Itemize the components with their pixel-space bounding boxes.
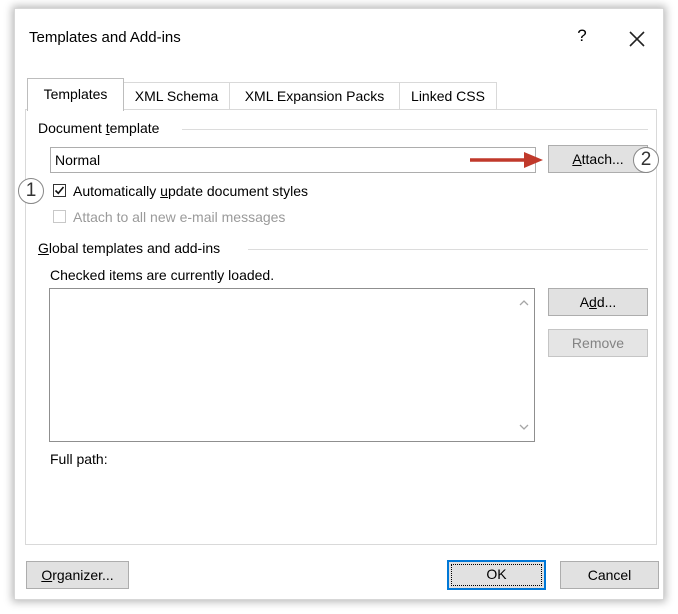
scroll-down-icon[interactable]	[516, 419, 532, 435]
close-icon[interactable]	[626, 28, 648, 50]
ok-button[interactable]: OK	[447, 560, 546, 590]
tab-templates[interactable]: Templates	[27, 78, 124, 111]
cancel-button[interactable]: Cancel	[560, 561, 659, 589]
global-templates-label: Global templates and add-ins	[38, 240, 221, 256]
full-path-label: Full path:	[50, 451, 108, 467]
remove-button[interactable]: Remove	[548, 329, 648, 357]
global-templates-list[interactable]	[49, 288, 535, 442]
organizer-button[interactable]: Organizer...	[26, 561, 129, 589]
document-template-label: Document template	[38, 120, 160, 136]
auto-update-label: Automatically update document styles	[73, 183, 309, 199]
tab-xml-schema[interactable]: XML Schema	[123, 82, 230, 110]
scroll-up-icon[interactable]	[516, 295, 532, 311]
document-template-divider	[182, 129, 648, 130]
help-icon[interactable]: ?	[572, 26, 592, 46]
add-button[interactable]: Add...	[548, 288, 648, 316]
tab-xml-expansion-packs[interactable]: XML Expansion Packs	[229, 82, 400, 110]
tab-linked-css[interactable]: Linked CSS	[399, 82, 497, 110]
step-2-badge: 2	[633, 147, 659, 173]
step-1-badge: 1	[18, 178, 44, 204]
checkmark-icon	[54, 186, 65, 195]
global-templates-divider	[248, 249, 648, 250]
template-name-field[interactable]: Normal	[50, 147, 536, 173]
loaded-items-hint: Checked items are currently loaded.	[50, 267, 275, 283]
callout-arrow-icon	[470, 152, 543, 168]
auto-update-checkbox[interactable]	[53, 184, 66, 197]
attach-email-checkbox[interactable]	[53, 210, 66, 223]
dialog-title: Templates and Add-ins	[29, 29, 181, 46]
attach-email-label: Attach to all new e-mail messages	[73, 209, 286, 225]
